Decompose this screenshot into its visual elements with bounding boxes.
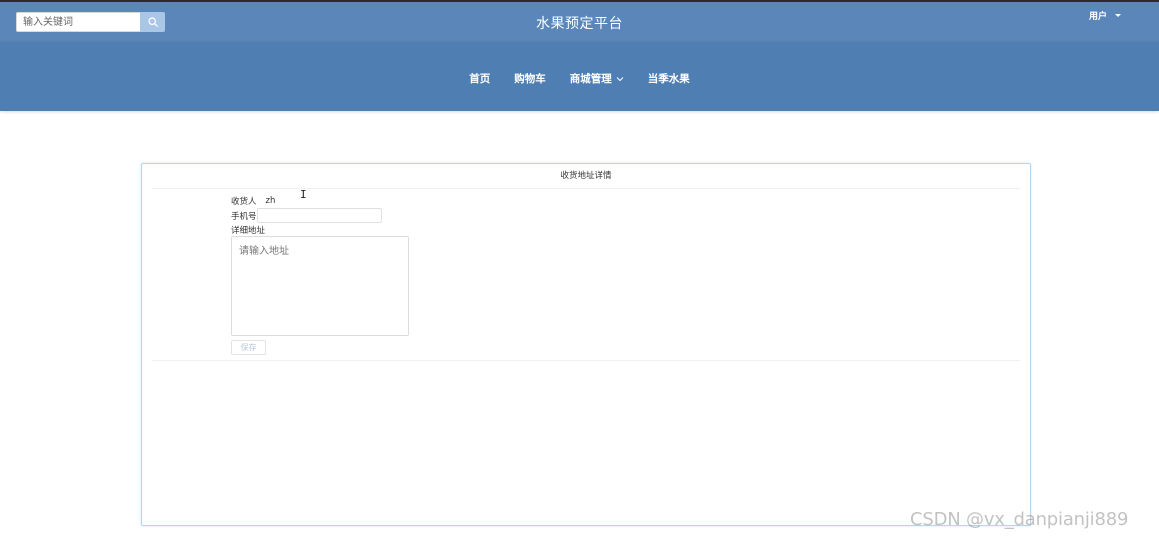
address-textarea[interactable] [231, 236, 409, 336]
caret-down-icon [1115, 14, 1122, 17]
address-label: 详细地址 [231, 226, 266, 236]
phone-input[interactable] [256, 208, 382, 223]
nav-item-home[interactable]: 首页 [469, 71, 490, 86]
nav-items: 首页 购物车 商城管理 当季水果 [0, 71, 1159, 86]
receiver-row: 收货人 zh [231, 195, 275, 207]
nav-item-mall-management[interactable]: 商城管理 [570, 71, 624, 86]
receiver-value: zh [265, 196, 276, 206]
card-divider [152, 360, 1020, 361]
text-cursor-icon: I [300, 188, 307, 201]
save-button[interactable]: 保存 [231, 340, 266, 355]
main-nav: 首页 购物车 商城管理 当季水果 [0, 42, 1159, 111]
nav-item-label: 购物车 [514, 73, 546, 85]
receiver-label: 收货人 [231, 197, 257, 207]
user-menu-label: 用户 [1089, 12, 1108, 22]
nav-item-label: 当季水果 [647, 73, 690, 85]
user-menu[interactable]: 用户 [1089, 9, 1122, 22]
nav-item-seasonal-fruit[interactable]: 当季水果 [648, 71, 690, 86]
nav-item-label: 商城管理 [569, 73, 612, 85]
watermark: CSDN @vx_danpianji889 [910, 509, 1129, 530]
nav-item-cart[interactable]: 购物车 [514, 71, 546, 86]
phone-row: 手机号 [231, 208, 382, 223]
nav-item-label: 首页 [469, 73, 491, 85]
top-bar: 水果预定平台 用户 [0, 0, 1159, 42]
phone-label: 手机号 [231, 211, 257, 222]
chevron-down-icon [616, 76, 624, 81]
address-detail-card: 收货地址详情 收货人 zh 手机号 详细地址 保存 [141, 163, 1031, 526]
site-title: 水果预定平台 [536, 16, 623, 32]
card-title: 收货地址详情 [152, 164, 1020, 189]
